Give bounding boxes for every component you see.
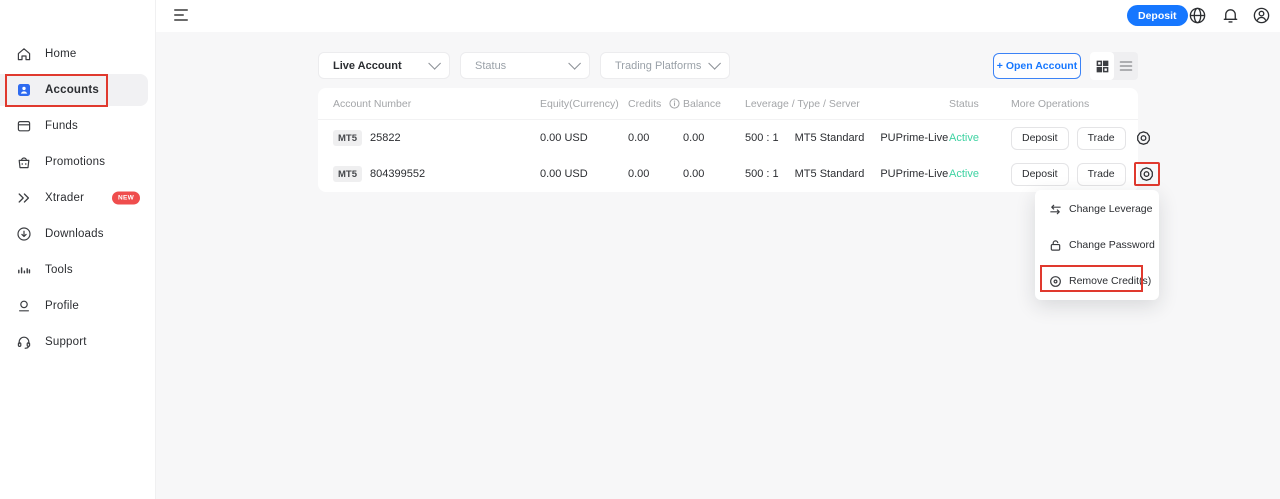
grid-view-toggle[interactable] [1090,52,1114,80]
row-deposit-button[interactable]: Deposit [1011,127,1069,150]
credits-value: 0.00 [613,168,668,180]
deposit-button[interactable]: Deposit [1127,5,1188,26]
table-header-row: Account Number Equity(Currency) Credits … [318,88,1138,120]
sidebar-item-label: Profile [45,300,79,312]
accounts-table: Account Number Equity(Currency) Credits … [318,88,1138,192]
menu-item-label: Change Leverage [1069,203,1152,215]
status-badge: Active [934,168,996,180]
chevron-down-icon [568,57,581,70]
new-badge: NEW [112,192,140,205]
sidebar-item-label: Funds [45,120,78,132]
menu-item-change-password[interactable]: Change Password [1035,227,1159,263]
col-status: Status [934,98,996,110]
platform-badge: MT5 [333,130,362,146]
view-mode-toggle [1090,52,1138,80]
status-placeholder: Status [475,60,506,72]
open-account-button[interactable]: + Open Account [993,53,1081,79]
table-row: MT5 804399552 0.00 USD 0.00 0.00 500 : 1… [318,156,1138,192]
menu-item-change-leverage[interactable]: Change Leverage [1035,191,1159,227]
sidebar-item-funds[interactable]: Funds [0,108,156,144]
top-bar: PUPRIME Deposit [0,0,1280,32]
account-type: MT5 Standard [795,168,865,180]
col-equity: Equity(Currency) [525,98,613,110]
sidebar: Home Accounts Funds [0,0,156,499]
balance-value: 0.00 [668,132,730,144]
sidebar-item-accounts[interactable]: Accounts [0,72,156,108]
sidebar-item-tools[interactable]: Tools [0,252,156,288]
change-leverage-icon [1049,203,1062,216]
status-badge: Active [934,132,996,144]
sidebar-item-label: Home [45,48,76,60]
sidebar-item-label: Downloads [45,228,104,240]
sidebar-item-label: Xtrader [45,192,84,204]
sidebar-item-label: Support [45,336,87,348]
sidebar-item-label: Promotions [45,156,105,168]
profile-icon [15,298,32,315]
home-icon [15,46,32,63]
col-credits: Credits [613,98,668,110]
row-deposit-button[interactable]: Deposit [1011,163,1069,186]
settings-gear-icon[interactable] [1137,164,1157,184]
collapse-menu-icon[interactable] [174,9,190,23]
col-leverage-type-server: Leverage / Type / Server [730,98,934,110]
accounts-icon [15,82,32,99]
row-trade-button[interactable]: Trade [1077,163,1126,186]
tools-icon [15,262,32,279]
avatar-icon[interactable] [1252,6,1271,25]
leverage-value: 500 : 1 [745,132,779,144]
chevron-down-icon [428,57,441,70]
equity-value: 0.00 USD [525,132,613,144]
row-trade-button[interactable]: Trade [1077,127,1126,150]
trading-platforms-placeholder: Trading Platforms [615,60,701,72]
sidebar-item-profile[interactable]: Profile [0,288,156,324]
puprime-dashboard: PUPRIME Deposit [0,0,1280,499]
col-account-number: Account Number [318,98,525,110]
support-icon [15,334,32,351]
platform-badge: MT5 [333,166,362,182]
chevron-down-icon [708,57,721,70]
sidebar-item-support[interactable]: Support [0,324,156,360]
operations-menu: Change Leverage Change Password Remove C… [1035,190,1159,300]
annotation-box-gear [1134,162,1160,186]
account-number: 804399552 [370,168,425,180]
table-row: MT5 25822 0.00 USD 0.00 0.00 500 : 1 MT5… [318,120,1138,156]
downloads-icon [15,226,32,243]
globe-icon[interactable] [1188,6,1207,25]
menu-item-label: Change Password [1069,239,1155,251]
status-select[interactable]: Status [460,52,590,79]
balance-value: 0.00 [668,168,730,180]
sidebar-item-home[interactable]: Home [0,36,156,72]
list-view-toggle[interactable] [1114,52,1138,80]
bell-icon[interactable] [1221,6,1240,25]
account-type-value: Live Account [333,60,402,72]
sidebar-item-xtrader[interactable]: Xtrader NEW [0,180,156,216]
account-type-select[interactable]: Live Account [318,52,450,79]
trading-platforms-select[interactable]: Trading Platforms [600,52,730,79]
equity-value: 0.00 USD [525,168,613,180]
change-password-icon [1049,239,1062,252]
col-more-operations: More Operations [996,98,1138,110]
credits-value: 0.00 [613,132,668,144]
xtrader-icon [15,190,32,207]
leverage-value: 500 : 1 [745,168,779,180]
sidebar-item-label: Accounts [45,84,99,96]
sidebar-item-downloads[interactable]: Downloads [0,216,156,252]
account-number: 25822 [370,132,401,144]
funds-icon [15,118,32,135]
remove-credits-icon [1049,275,1062,288]
sidebar-item-promotions[interactable]: Promotions [0,144,156,180]
sidebar-item-label: Tools [45,264,73,276]
menu-item-remove-credits[interactable]: Remove Credit(s) [1035,263,1159,299]
menu-item-label: Remove Credit(s) [1069,275,1151,287]
settings-gear-icon[interactable] [1134,128,1154,148]
promotions-icon [15,154,32,171]
col-balance: Balance [668,98,730,110]
account-type: MT5 Standard [795,132,865,144]
